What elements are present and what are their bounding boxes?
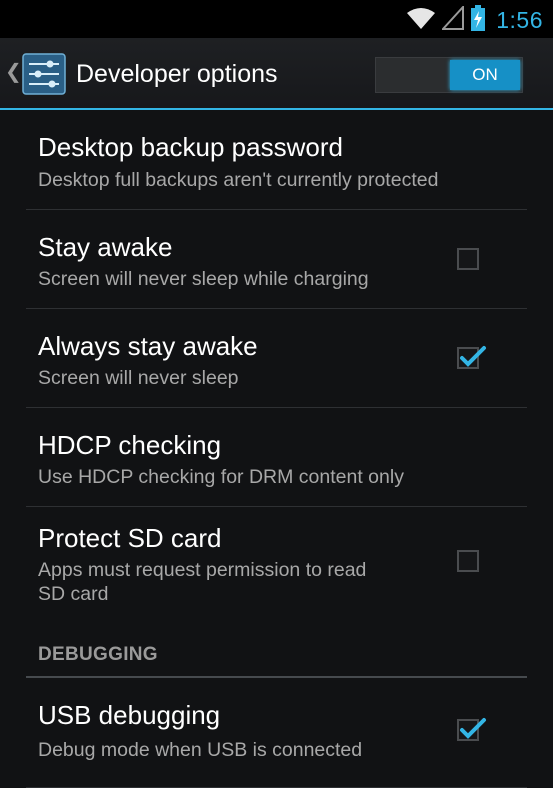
stay-awake-checkbox[interactable] [457, 248, 479, 270]
usb-debugging-checkbox[interactable] [457, 718, 486, 741]
developer-options-toggle[interactable]: ON [375, 57, 523, 93]
pref-title: Protect SD card [38, 523, 222, 553]
toggle-on-thumb[interactable]: ON [450, 60, 520, 90]
pref-usb-debugging[interactable]: USB debugging Debug mode when USB is con… [26, 678, 527, 788]
pref-title: Always stay awake [38, 331, 258, 361]
pref-title: USB debugging [38, 700, 221, 730]
pref-summary-line2: SD card [38, 583, 109, 605]
pref-title: Desktop backup password [38, 132, 343, 162]
page-title: Developer options [76, 60, 278, 88]
pref-summary: Desktop full backups aren't currently pr… [38, 169, 439, 191]
category-header-debugging: DEBUGGING [26, 618, 527, 678]
pref-title: HDCP checking [38, 430, 222, 460]
pref-protect-sd-card[interactable]: Protect SD card Apps must request permis… [26, 507, 527, 618]
status-clock: 1:56 [496, 6, 543, 33]
pref-stay-awake[interactable]: Stay awake Screen will never sleep while… [26, 210, 527, 309]
pref-desktop-backup-password[interactable]: Desktop backup password Desktop full bac… [26, 110, 527, 210]
signal-icon [440, 3, 465, 35]
back-caret-icon[interactable]: ❮ [5, 62, 22, 82]
always-stay-awake-checkbox[interactable] [457, 346, 486, 369]
pref-title: Stay awake [38, 232, 173, 262]
battery-charging-icon [470, 4, 486, 36]
pref-summary: Screen will never sleep [38, 367, 239, 389]
pref-summary: Use HDCP checking for DRM content only [38, 466, 404, 488]
checkmark-icon [460, 346, 486, 367]
action-bar: ❮ Developer options ON [0, 38, 553, 110]
pref-summary: Screen will never sleep while charging [38, 268, 369, 290]
checkmark-icon [460, 718, 486, 739]
pref-summary: Debug mode when USB is connected [38, 739, 363, 761]
protect-sd-card-checkbox[interactable] [457, 550, 479, 572]
pref-always-stay-awake[interactable]: Always stay awake Screen will never slee… [26, 309, 527, 408]
settings-list: Desktop backup password Desktop full bac… [0, 110, 553, 788]
category-label: DEBUGGING [38, 644, 158, 665]
settings-sliders-icon[interactable] [22, 53, 66, 95]
pref-summary-line1: Apps must request permission to read [38, 559, 367, 581]
status-icons: 1:56 [406, 3, 543, 36]
pref-hdcp-checking[interactable]: HDCP checking Use HDCP checking for DRM … [26, 408, 527, 507]
status-bar: 1:56 [0, 0, 553, 38]
wifi-icon [406, 6, 436, 35]
